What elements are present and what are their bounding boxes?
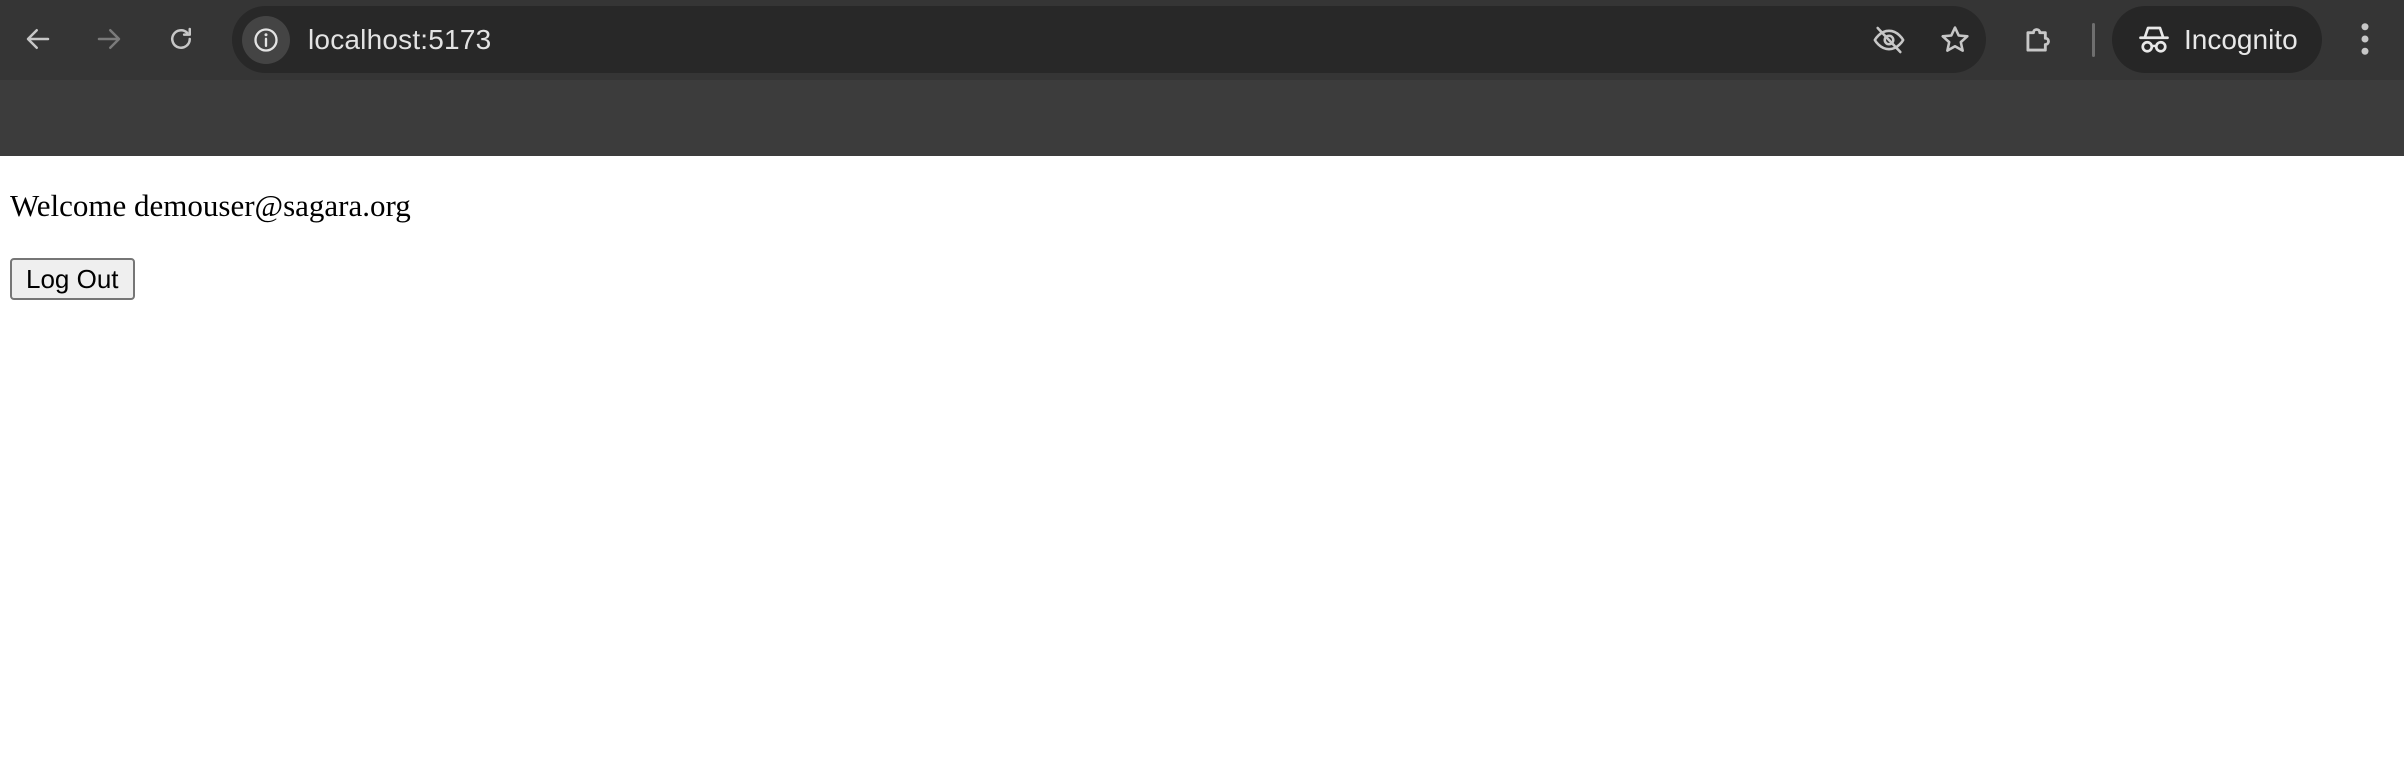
site-info-button[interactable] xyxy=(242,16,290,64)
incognito-label: Incognito xyxy=(2184,24,2298,55)
browser-toolbar: localhost:5173 Incognito xyxy=(0,0,2404,80)
incognito-indicator[interactable]: Incognito xyxy=(2112,6,2322,73)
page-content: Welcome demouser@sagara.org Log Out xyxy=(0,156,2404,770)
puzzle-piece-icon xyxy=(2026,28,2050,52)
tracking-protection-button[interactable] xyxy=(1872,23,1906,57)
more-vertical-icon xyxy=(2361,23,2369,55)
arrow-left-icon xyxy=(26,29,50,49)
eye-off-icon xyxy=(1873,26,1905,54)
logout-button[interactable]: Log Out xyxy=(10,258,135,300)
url-text[interactable]: localhost:5173 xyxy=(308,6,491,73)
reload-icon xyxy=(171,27,191,49)
bookmark-button[interactable] xyxy=(1938,23,1972,57)
reload-button[interactable] xyxy=(158,16,204,62)
toolbar-divider xyxy=(2092,23,2095,57)
arrow-right-icon xyxy=(97,29,121,49)
browser-chrome: localhost:5173 Incognito xyxy=(0,0,2404,156)
incognito-icon xyxy=(2139,26,2169,53)
star-icon xyxy=(1941,26,1969,52)
forward-button[interactable] xyxy=(86,16,132,62)
info-icon xyxy=(254,28,278,52)
address-bar[interactable]: localhost:5173 xyxy=(232,6,1986,73)
extensions-button[interactable] xyxy=(2018,18,2060,60)
welcome-message: Welcome demouser@sagara.org xyxy=(10,188,411,223)
browser-menu-button[interactable] xyxy=(2350,18,2380,60)
back-button[interactable] xyxy=(15,16,61,62)
